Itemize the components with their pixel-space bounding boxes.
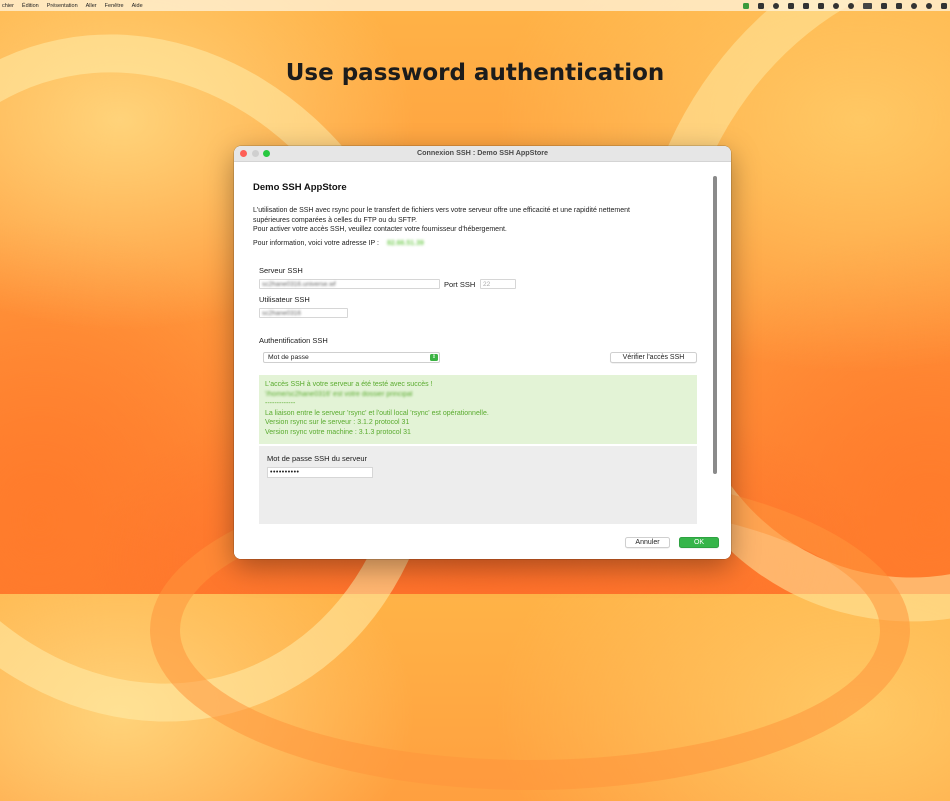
chevron-updown-icon: ⇕: [430, 354, 438, 361]
server-value: sc2hane0316.universe.wf: [262, 281, 336, 288]
status-icon[interactable]: [773, 2, 779, 9]
ssh-connection-window: Connexion SSH : Demo SSH AppStore Demo S…: [234, 146, 731, 559]
search-icon[interactable]: [926, 2, 932, 9]
auth-method-value: Mot de passe: [268, 354, 309, 361]
verify-ssh-button[interactable]: Vérifier l'accès SSH: [610, 352, 697, 363]
menu-aide[interactable]: Aide: [132, 3, 143, 9]
success-line: Version rsync sur le serveur : 3.1.2 pro…: [265, 419, 410, 426]
success-line: La liaison entre le serveur 'rsync' et l…: [265, 409, 489, 417]
status-icon[interactable]: [803, 2, 809, 9]
battery-icon[interactable]: [896, 2, 902, 9]
scrollbar[interactable]: [713, 176, 717, 474]
port-label: Port SSH: [444, 280, 476, 289]
password-panel: Mot de passe SSH du serveur ••••••••••: [259, 446, 697, 524]
menu-edition[interactable]: Édition: [22, 3, 39, 9]
status-icon[interactable]: [758, 2, 764, 9]
auth-label: Authentification SSH: [259, 336, 328, 345]
status-icon[interactable]: [881, 2, 887, 9]
description-line: supérieures comparées à celles du FTP ou…: [253, 216, 417, 224]
success-line: '/home/sc2hane0316' est votre dossier pr…: [265, 390, 413, 398]
page-title: Demo SSH AppStore: [253, 182, 347, 193]
menu-fichier[interactable]: chier: [2, 3, 14, 9]
status-app-icon[interactable]: [743, 2, 749, 9]
control-center-icon[interactable]: [941, 2, 947, 9]
window-title: Connexion SSH : Demo SSH AppStore: [416, 148, 549, 157]
server-label: Serveur SSH: [259, 266, 303, 275]
password-label: Mot de passe SSH du serveur: [267, 454, 368, 463]
status-icon[interactable]: [848, 2, 854, 9]
keyboard-layout-icon[interactable]: [863, 2, 872, 9]
user-input[interactable]: sc2hane0316: [259, 308, 348, 318]
ip-label: Pour information, voici votre adresse IP…: [253, 240, 379, 247]
ok-button[interactable]: OK: [679, 537, 719, 548]
port-placeholder: 22: [483, 281, 491, 288]
window-content: Demo SSH AppStore L'utilisation de SSH a…: [234, 162, 731, 559]
user-value: sc2hane0316: [262, 310, 302, 317]
success-line: Version rsync votre machine : 3.1.3 prot…: [265, 428, 411, 436]
success-line: L'accès SSH à votre serveur a été testé …: [265, 381, 433, 388]
server-input[interactable]: sc2hane0316.universe.wf: [259, 279, 440, 289]
title-bar: Connexion SSH : Demo SSH AppStore: [234, 146, 731, 162]
user-label: Utilisateur SSH: [259, 295, 310, 304]
menu-bar: chier Édition Présentation Aller Fenêtre…: [0, 0, 950, 11]
description: L'utilisation de SSH avec rsync pour le …: [253, 206, 698, 235]
menu-aller[interactable]: Aller: [86, 3, 97, 9]
success-line: -------------: [265, 400, 296, 407]
hero-title: Use password authentication: [285, 60, 665, 86]
port-input[interactable]: 22: [480, 279, 516, 289]
ip-value: 82.66.51.39: [386, 240, 424, 247]
wifi-icon[interactable]: [911, 2, 917, 9]
display-icon[interactable]: [818, 2, 824, 9]
success-message: L'accès SSH à votre serveur a été testé …: [259, 375, 697, 444]
status-icon[interactable]: [833, 2, 839, 9]
status-icon[interactable]: [788, 2, 794, 9]
password-input[interactable]: ••••••••••: [267, 467, 373, 478]
menu-presentation[interactable]: Présentation: [47, 3, 78, 9]
auth-method-select[interactable]: Mot de passe ⇕: [263, 352, 440, 363]
ip-info: Pour information, voici votre adresse IP…: [253, 240, 424, 247]
description-line: L'utilisation de SSH avec rsync pour le …: [253, 207, 630, 214]
description-line: Pour activer votre accès SSH, veuillez c…: [253, 226, 507, 233]
menu-fenetre[interactable]: Fenêtre: [105, 3, 124, 9]
cancel-button[interactable]: Annuler: [625, 537, 670, 548]
